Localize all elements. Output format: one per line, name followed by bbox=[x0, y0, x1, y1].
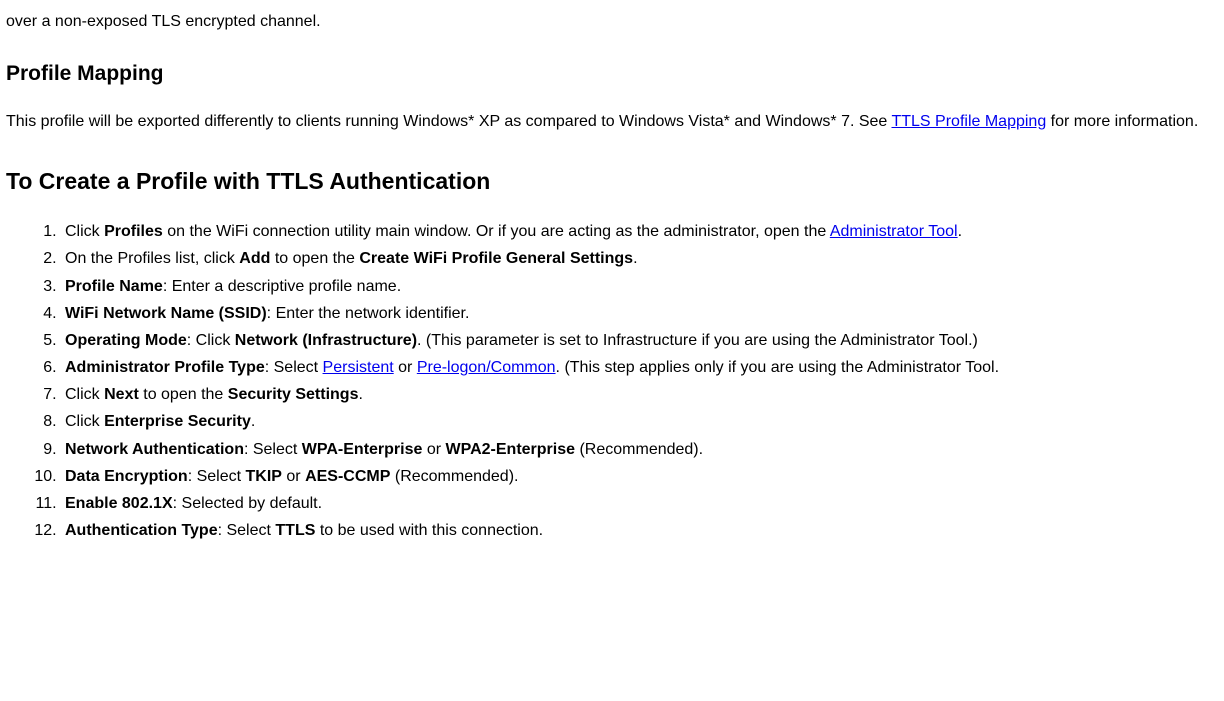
text: : Select bbox=[188, 468, 246, 485]
text: (Recommended). bbox=[390, 468, 518, 485]
bold-profiles: Profiles bbox=[104, 223, 163, 240]
text: or bbox=[282, 468, 305, 485]
bold-wifi-network-name: WiFi Network Name (SSID) bbox=[65, 305, 267, 322]
text: : Select bbox=[218, 522, 276, 539]
text: to open the bbox=[139, 386, 228, 403]
administrator-tool-link[interactable]: Administrator Tool bbox=[830, 223, 958, 240]
text: : Enter the network identifier. bbox=[267, 305, 470, 322]
text: This profile will be exported differentl… bbox=[6, 113, 891, 130]
profile-mapping-paragraph: This profile will be exported differentl… bbox=[6, 110, 1224, 133]
text: . bbox=[358, 386, 362, 403]
bold-admin-profile-type: Administrator Profile Type bbox=[65, 359, 265, 376]
create-profile-steps: Click Profiles on the WiFi connection ut… bbox=[6, 220, 1224, 542]
step-2: On the Profiles list, click Add to open … bbox=[61, 247, 1224, 270]
bold-enable-8021x: Enable 802.1X bbox=[65, 495, 173, 512]
step-9: Network Authentication: Select WPA-Enter… bbox=[61, 438, 1224, 461]
text: : Click bbox=[187, 332, 235, 349]
bold-aes-ccmp: AES-CCMP bbox=[305, 468, 390, 485]
step-11: Enable 802.1X: Selected by default. bbox=[61, 492, 1224, 515]
bold-security-settings: Security Settings bbox=[228, 386, 359, 403]
heading-profile-mapping: Profile Mapping bbox=[6, 59, 1224, 89]
text: : Selected by default. bbox=[173, 495, 322, 512]
text: . bbox=[251, 413, 255, 430]
text: . (This parameter is set to Infrastructu… bbox=[417, 332, 978, 349]
bold-create-wifi-profile: Create WiFi Profile General Settings bbox=[359, 250, 633, 267]
step-10: Data Encryption: Select TKIP or AES-CCMP… bbox=[61, 465, 1224, 488]
text: . bbox=[633, 250, 637, 267]
prelogon-common-link[interactable]: Pre-logon/Common bbox=[417, 359, 556, 376]
intro-snippet: over a non-exposed TLS encrypted channel… bbox=[6, 10, 1224, 33]
bold-enterprise-security: Enterprise Security bbox=[104, 413, 251, 430]
text: : Select bbox=[244, 441, 302, 458]
step-8: Click Enterprise Security. bbox=[61, 410, 1224, 433]
bold-next: Next bbox=[104, 386, 139, 403]
step-12: Authentication Type: Select TTLS to be u… bbox=[61, 519, 1224, 542]
text: (Recommended). bbox=[575, 441, 703, 458]
text: on the WiFi connection utility main wind… bbox=[163, 223, 830, 240]
text: Click bbox=[65, 386, 104, 403]
persistent-link[interactable]: Persistent bbox=[323, 359, 394, 376]
bold-tkip: TKIP bbox=[246, 468, 282, 485]
text: or bbox=[422, 441, 445, 458]
bold-authentication-type: Authentication Type bbox=[65, 522, 218, 539]
bold-network-authentication: Network Authentication bbox=[65, 441, 244, 458]
step-6: Administrator Profile Type: Select Persi… bbox=[61, 356, 1224, 379]
text: Click bbox=[65, 223, 104, 240]
text: or bbox=[394, 359, 417, 376]
text: . (This step applies only if you are usi… bbox=[556, 359, 999, 376]
text: On the Profiles list, click bbox=[65, 250, 239, 267]
bold-operating-mode: Operating Mode bbox=[65, 332, 187, 349]
text: for more information. bbox=[1046, 113, 1198, 130]
heading-create-profile: To Create a Profile with TTLS Authentica… bbox=[6, 165, 1224, 198]
bold-wpa-enterprise: WPA-Enterprise bbox=[302, 441, 423, 458]
bold-wpa2-enterprise: WPA2-Enterprise bbox=[446, 441, 576, 458]
step-4: WiFi Network Name (SSID): Enter the netw… bbox=[61, 302, 1224, 325]
text: Click bbox=[65, 413, 104, 430]
step-7: Click Next to open the Security Settings… bbox=[61, 383, 1224, 406]
bold-data-encryption: Data Encryption bbox=[65, 468, 188, 485]
text: to be used with this connection. bbox=[315, 522, 543, 539]
bold-add: Add bbox=[239, 250, 270, 267]
text: : Enter a descriptive profile name. bbox=[163, 278, 401, 295]
bold-ttls: TTLS bbox=[275, 522, 315, 539]
bold-profile-name: Profile Name bbox=[65, 278, 163, 295]
text: . bbox=[958, 223, 962, 240]
text: to open the bbox=[270, 250, 359, 267]
step-3: Profile Name: Enter a descriptive profil… bbox=[61, 275, 1224, 298]
ttls-profile-mapping-link[interactable]: TTLS Profile Mapping bbox=[891, 113, 1046, 130]
text: : Select bbox=[265, 359, 323, 376]
bold-network-infrastructure: Network (Infrastructure) bbox=[235, 332, 417, 349]
step-1: Click Profiles on the WiFi connection ut… bbox=[61, 220, 1224, 243]
step-5: Operating Mode: Click Network (Infrastru… bbox=[61, 329, 1224, 352]
